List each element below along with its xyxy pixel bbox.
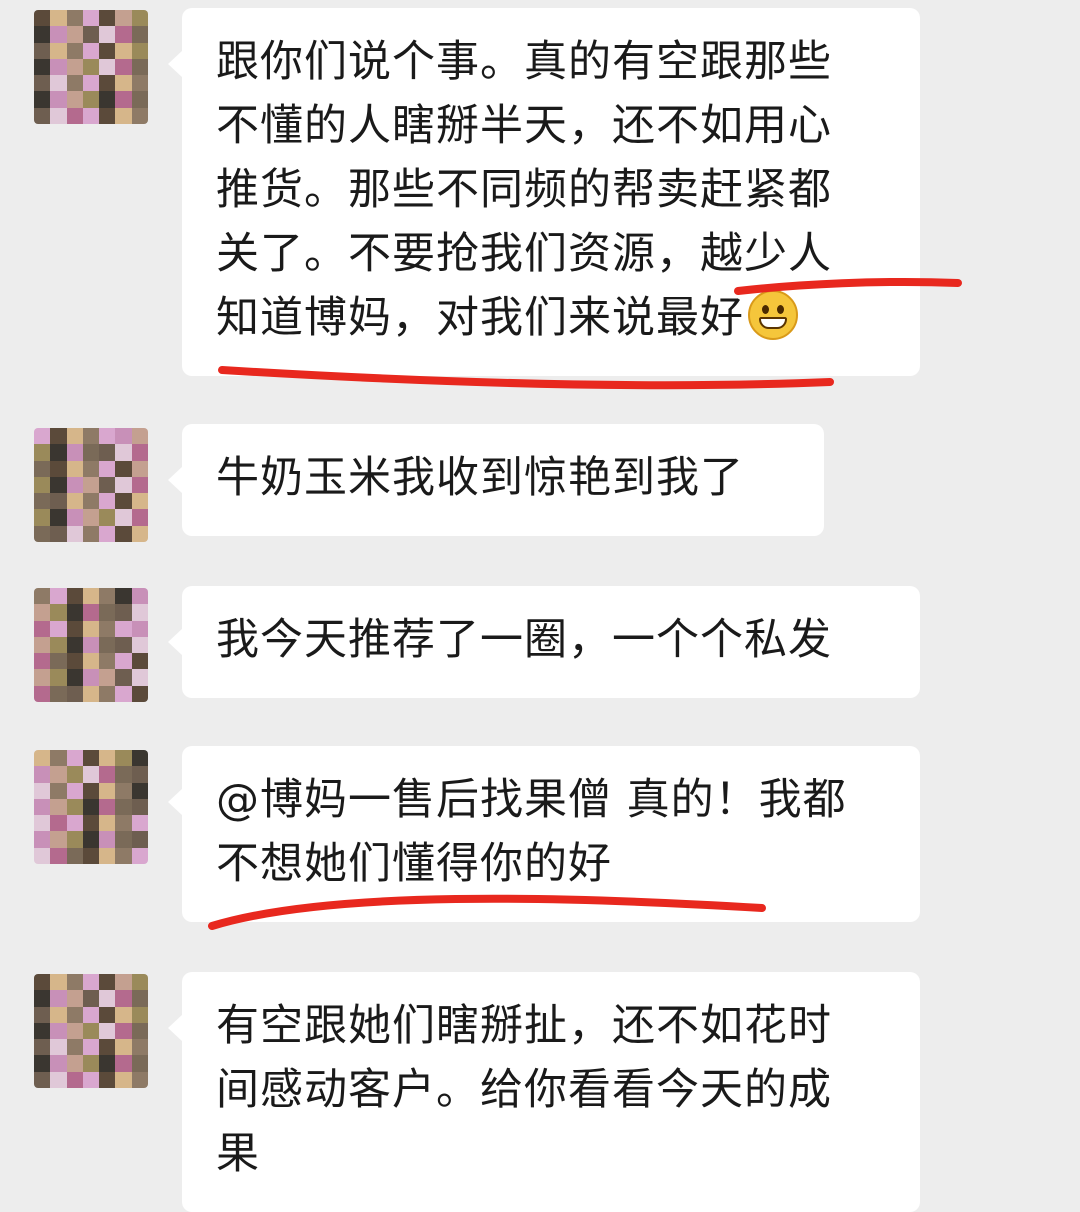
avatar[interactable] bbox=[34, 10, 148, 124]
avatar[interactable] bbox=[34, 588, 148, 702]
message-line: 牛奶玉米我收到惊艳到我了 bbox=[216, 453, 744, 503]
message-line: 知道博妈，对我们来说最好 bbox=[216, 286, 888, 350]
message-line: 间感动客户。给你看看今天的成 bbox=[216, 1065, 832, 1115]
message-bubble[interactable]: 有空跟她们瞎掰扯，还不如花时 间感动客户。给你看看今天的成 果 bbox=[168, 972, 920, 1212]
message-line: 不懂的人瞎掰半天，还不如用心 bbox=[216, 101, 832, 151]
avatar[interactable] bbox=[34, 974, 148, 1088]
message-line: 不想她们懂得你的好 bbox=[216, 839, 612, 889]
message-line: 跟你们说个事。真的有空跟那些 bbox=[216, 37, 832, 87]
avatar[interactable] bbox=[34, 428, 148, 542]
message-bubble[interactable]: 牛奶玉米我收到惊艳到我了 bbox=[168, 424, 824, 536]
message-line: 我今天推荐了一圈，一个个私发 bbox=[216, 615, 832, 665]
message-line: @博妈一售后找果僧 真的！我都 bbox=[216, 775, 847, 825]
message-line: 推货。那些不同频的帮卖赶紧都 bbox=[216, 165, 832, 215]
message-bubble[interactable]: 跟你们说个事。真的有空跟那些 不懂的人瞎掰半天，还不如用心 推货。那些不同频的帮… bbox=[168, 8, 920, 376]
avatar[interactable] bbox=[34, 750, 148, 864]
message-line: 果 bbox=[216, 1129, 260, 1179]
grinning-face-icon bbox=[748, 290, 798, 340]
message-bubble[interactable]: @博妈一售后找果僧 真的！我都 不想她们懂得你的好 bbox=[168, 746, 920, 922]
message-line: 关了。不要抢我们资源，越少人 bbox=[216, 229, 832, 279]
message-bubble[interactable]: 我今天推荐了一圈，一个个私发 bbox=[168, 586, 920, 698]
message-line: 有空跟她们瞎掰扯，还不如花时 bbox=[216, 1001, 832, 1051]
